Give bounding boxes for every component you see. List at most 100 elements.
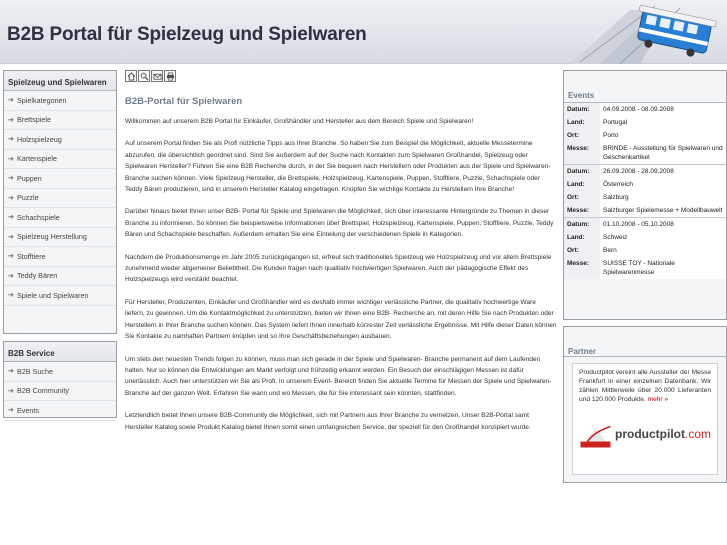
sidebar-item-puppen[interactable]: ➔ Puppen [4,169,116,189]
productpilot-wordmark: productpilot.com [615,427,711,441]
sidebar-item-b2b-community[interactable]: ➔ B2B Community [4,382,116,401]
arrow-right-icon: ➔ [8,272,14,280]
sidebar-item-events[interactable]: ➔ Events [4,401,116,421]
datum-label: Datum: [564,164,600,178]
sidebar-item-brettspiele[interactable]: ➔ Brettspiele [4,111,116,130]
events-panel: Events Datum: 04.09.2008 - 08.09.2008 Lan… [563,70,727,320]
event-row: Datum: 26.09.2008 - 28.09.2008 [564,164,726,178]
category-nav-heading: Spielzeug und Spielwaren [4,71,116,91]
partner-more-link[interactable]: mehr » [648,396,669,403]
sidebar-item-label: Teddy Bären [17,271,58,281]
page-title: B2B-Portal für Spielwaren [125,96,243,107]
arrow-right-icon: ➔ [8,97,14,105]
arrow-right-icon: ➔ [8,116,14,124]
train-illustration [570,5,717,64]
messe-label: Messe: [564,257,600,279]
sidebar-item-spielzeug-herstellung[interactable]: ➔ Spielzeug Herstellung [4,228,116,247]
category-nav: Spielzeug und Spielwaren ➔ Spielkategorie… [3,70,117,334]
event-country: Portugal [603,119,628,126]
partner-ad[interactable]: Productpilot vereint alle Aussteller der… [572,363,718,475]
arrow-right-icon: ➔ [8,214,14,222]
sidebar-item-label: Spielkategorien [17,95,67,105]
search-icon[interactable] [138,70,150,82]
partner-heading: Partner [564,327,726,357]
event-row: Messe: Salzburger Spielemesse + Modellbau… [564,204,726,218]
productpilot-emblem-icon [579,419,612,449]
sidebar-item-label: Kartenspiele [17,154,57,164]
event-date: 01.10.2008 - 05.10.2008 [600,217,726,231]
content-paragraph: Auf unserem Portal finden Sie als Profi … [125,140,551,194]
arrow-right-icon: ➔ [8,407,14,415]
sidebar-item-kartenspiele[interactable]: ➔ Kartenspiele [4,150,116,169]
sidebar-item-label: B2B Community [17,386,69,396]
sidebar-item-label: Events [17,405,39,415]
content-paragraph: Für Hersteller, Produzenten, Einkäufer u… [125,298,557,341]
arrow-right-icon: ➔ [8,155,14,163]
sidebar-item-teddy-baeren[interactable]: ➔ Teddy Bären [4,267,116,286]
datum-label: Datum: [564,217,600,231]
messe-label: Messe: [564,142,600,165]
site-header: B2B Portal für Spielzeug und Spielwaren [0,0,727,64]
arrow-right-icon: ➔ [8,292,14,300]
arrow-right-icon: ➔ [8,233,14,241]
sidebar-item-label: Stofftiere [17,251,46,261]
arrow-right-icon: ➔ [8,387,14,395]
sidebar-item-puzzle[interactable]: ➔ Puzzle [4,189,116,208]
event-row: Messe: BRINDE - Ausstellung für Spielware… [564,142,726,165]
productpilot-logo[interactable]: productpilot.com [579,414,711,454]
land-label: Land: [564,178,600,191]
productpilot-word: productpilot [615,427,685,441]
sidebar-item-label: Puppen [17,173,42,183]
event-row: Land: Schweiz [564,231,726,244]
print-icon[interactable] [164,70,176,82]
productpilot-suffix: .com [684,427,711,441]
sidebar-item-label: B2B Suche [17,366,53,376]
intro-paragraph: Willkommen auf unserem B2B Portal für Ei… [125,118,474,125]
event-row: Messe: SUISSE TOY - Nationale Spielwarenm… [564,257,726,279]
arrow-right-icon: ➔ [8,368,14,376]
page-footer [0,506,727,545]
event-fair[interactable]: SUISSE TOY - Nationale Spielwarenmesse [600,257,726,279]
event-row: Land: Österreich [564,178,726,191]
ort-label: Ort: [564,244,600,257]
events-table: Datum: 04.09.2008 - 08.09.2008 Land: Portu… [564,103,726,279]
sidebar-item-label: Spielzeug Herstellung [17,232,87,242]
partner-panel: Partner Productpilot vereint alle Ausste… [563,326,727,483]
event-row: Land: Portugal [564,116,726,129]
land-label: Land: [564,231,600,244]
arrow-right-icon: ➔ [8,136,14,144]
site-title: B2B Portal für Spielzeug und Spielwaren [7,24,367,45]
sidebar-item-label: Spiele und Spielwaren [17,290,89,300]
sidebar-item-stofftiere[interactable]: ➔ Stofftiere [4,247,116,267]
partner-text: Productpilot vereint alle Aussteller der… [579,368,711,404]
event-fair[interactable]: BRINDE - Ausstellung für Spielwaren und … [600,142,726,165]
sidebar-item-b2b-suche[interactable]: ➔ B2B Suche [4,362,116,382]
sidebar-item-spiele-und-spielwaren[interactable]: ➔ Spiele und Spielwaren [4,286,116,306]
partner-description: Productpilot vereint alle Aussteller der… [579,369,711,403]
sidebar-item-label: Schachspiele [17,212,60,222]
ort-label: Ort: [564,191,600,204]
event-country: Österreich [603,181,633,188]
sidebar-item-holzspielzeug[interactable]: ➔ Holzspielzeug [4,130,116,150]
events-heading: Events [564,71,726,103]
event-row: Ort: Bern [564,244,726,257]
event-fair[interactable]: Salzburger Spielemesse + Modellbauwelt [600,204,726,218]
mail-icon[interactable] [151,70,163,82]
service-nav-heading: B2B Service [4,342,116,362]
event-city: Bern [603,247,617,254]
sidebar-item-label: Puzzle [17,193,39,203]
land-label: Land: [564,116,600,129]
event-date: 26.09.2008 - 28.09.2008 [600,164,726,178]
sidebar-item-label: Holzspielzeug [17,134,62,144]
main-content: B2B-Portal für Spielwaren Willkommen auf… [125,70,557,433]
sidebar-item-spielkategorien[interactable]: ➔ Spielkategorien [4,91,116,111]
event-row: Ort: Salzburg [564,191,726,204]
event-date: 04.09.2008 - 08.09.2008 [603,106,674,113]
arrow-right-icon: ➔ [8,194,14,202]
content-paragraph: Letztendlich bietet Ihnen unsere B2B-Com… [125,412,531,431]
event-row: Datum: 01.10.2008 - 05.10.2008 [564,217,726,231]
event-city: Salzburg [603,194,629,201]
event-country: Schweiz [603,234,628,241]
sidebar-item-schachspiele[interactable]: ➔ Schachspiele [4,208,116,228]
home-icon[interactable] [125,70,137,82]
